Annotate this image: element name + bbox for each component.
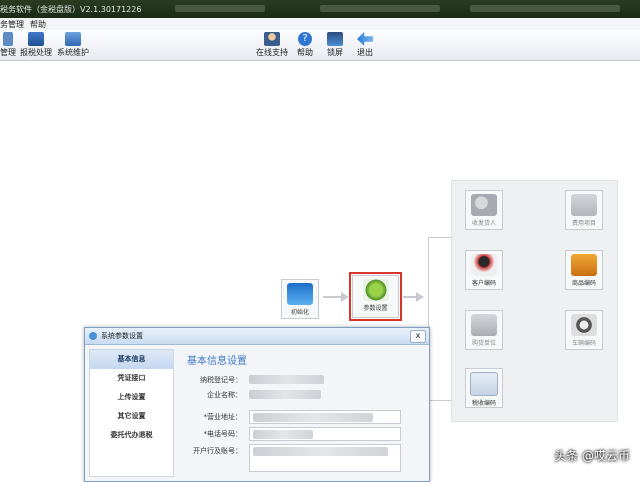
box-icon bbox=[571, 254, 597, 276]
nav-upload-settings[interactable]: 上传设置 bbox=[90, 388, 173, 407]
params-node[interactable]: 参数设置 bbox=[349, 272, 402, 321]
tax-card-icon bbox=[470, 372, 498, 396]
init-node[interactable]: 初始化 bbox=[281, 279, 319, 319]
section-heading: 基本信息设置 bbox=[187, 356, 247, 367]
tax-id-label: 纳税登记号： bbox=[200, 376, 242, 384]
customer-code-node[interactable]: 客户编码 bbox=[465, 250, 503, 290]
flow-connector bbox=[428, 237, 451, 238]
watermark: 头条 @哎云币 bbox=[554, 449, 630, 463]
bank-account-value bbox=[253, 447, 388, 456]
window-title: 税务软件（金税盘版）V2.1.30171226 bbox=[0, 5, 142, 14]
system-maintenance-icon bbox=[65, 32, 81, 46]
toolbar-online-support-button[interactable]: 在线支持 bbox=[256, 32, 288, 58]
menu-item-help[interactable]: 帮助 bbox=[30, 19, 46, 30]
address-value bbox=[253, 413, 373, 422]
toolbar-tax-report-button[interactable]: 报税处理 bbox=[20, 32, 52, 58]
menu-item-manage[interactable]: 务管理 bbox=[0, 19, 24, 30]
system-params-dialog: 系统参数设置 x 基本信息 凭证接口 上传设置 其它设置 委托代办退税 基本信息… bbox=[84, 327, 430, 482]
flow-connector bbox=[428, 400, 451, 401]
exit-icon bbox=[357, 32, 373, 46]
lock-screen-icon bbox=[327, 32, 343, 46]
consignor-node[interactable]: 收发货人 bbox=[465, 190, 503, 230]
vehicle-code-node[interactable]: 车辆编码 bbox=[565, 310, 603, 350]
tax-report-icon bbox=[28, 32, 44, 46]
flow-arrowhead bbox=[416, 292, 424, 302]
company-label: 企业名称： bbox=[207, 391, 242, 399]
phone-label: *电话号码： bbox=[203, 430, 243, 438]
company-value bbox=[249, 390, 321, 399]
document-icon bbox=[571, 194, 597, 216]
expense-item-node[interactable]: 费用项目 bbox=[565, 190, 603, 230]
address-label: *营业地址： bbox=[203, 413, 243, 421]
toolbar-exit-button[interactable]: 退出 bbox=[357, 32, 373, 58]
online-support-icon bbox=[264, 32, 280, 46]
customer-icon bbox=[471, 254, 497, 276]
bank-account-label: 开户行及账号： bbox=[193, 447, 242, 455]
dialog-title: 系统参数设置 bbox=[101, 332, 143, 340]
settings-content: 基本信息设置 纳税登记号： 企业名称： *营业地址： *电话号码： 开户行及账号… bbox=[177, 349, 424, 475]
phone-value bbox=[253, 430, 313, 439]
people-icon bbox=[471, 194, 497, 216]
nav-basic-info[interactable]: 基本信息 bbox=[90, 350, 173, 369]
toolbar-system-maintenance-button[interactable]: 系统维护 bbox=[57, 32, 89, 58]
bank-account-field[interactable] bbox=[249, 444, 401, 472]
tax-id-value bbox=[249, 375, 324, 384]
toolbar-manage-button[interactable]: 管理 bbox=[0, 32, 16, 58]
window-titlebar: 税务软件（金税盘版）V2.1.30171226 bbox=[0, 0, 640, 18]
settings-nav: 基本信息 凭证接口 上传设置 其它设置 委托代办退税 bbox=[89, 349, 174, 477]
steering-wheel-icon bbox=[571, 314, 597, 336]
blurred-title-area bbox=[470, 5, 620, 12]
tax-code-node[interactable]: 税收编码 bbox=[465, 368, 503, 408]
main-toolbar: 管理 报税处理 系统维护 在线支持 ? 帮助 锁屏 退出 bbox=[0, 30, 640, 61]
monitor-icon bbox=[287, 283, 313, 305]
nav-other-settings[interactable]: 其它设置 bbox=[90, 407, 173, 426]
manage-icon bbox=[3, 32, 13, 46]
product-code-node[interactable]: 商品编码 bbox=[565, 250, 603, 290]
toolbar-lock-screen-button[interactable]: 锁屏 bbox=[327, 32, 343, 58]
toolbar-help-button[interactable]: ? 帮助 bbox=[297, 32, 313, 58]
blurred-title-area bbox=[175, 5, 265, 12]
nav-voucher-interface[interactable]: 凭证接口 bbox=[90, 369, 173, 388]
blurred-title-area bbox=[320, 5, 440, 12]
address-field[interactable] bbox=[249, 410, 401, 424]
dialog-titlebar: 系统参数设置 x bbox=[85, 328, 429, 345]
nav-agency-refund[interactable]: 委托代办退税 bbox=[90, 426, 173, 445]
flow-arrowhead bbox=[341, 292, 349, 302]
phone-field[interactable] bbox=[249, 427, 401, 441]
computers-icon bbox=[471, 314, 497, 336]
gear-icon bbox=[362, 279, 389, 301]
close-button[interactable]: x bbox=[410, 330, 426, 343]
flow-arrow bbox=[323, 296, 343, 298]
help-icon: ? bbox=[298, 32, 312, 46]
buyer-unit-node[interactable]: 购货单位 bbox=[465, 310, 503, 350]
app-icon bbox=[89, 332, 97, 340]
